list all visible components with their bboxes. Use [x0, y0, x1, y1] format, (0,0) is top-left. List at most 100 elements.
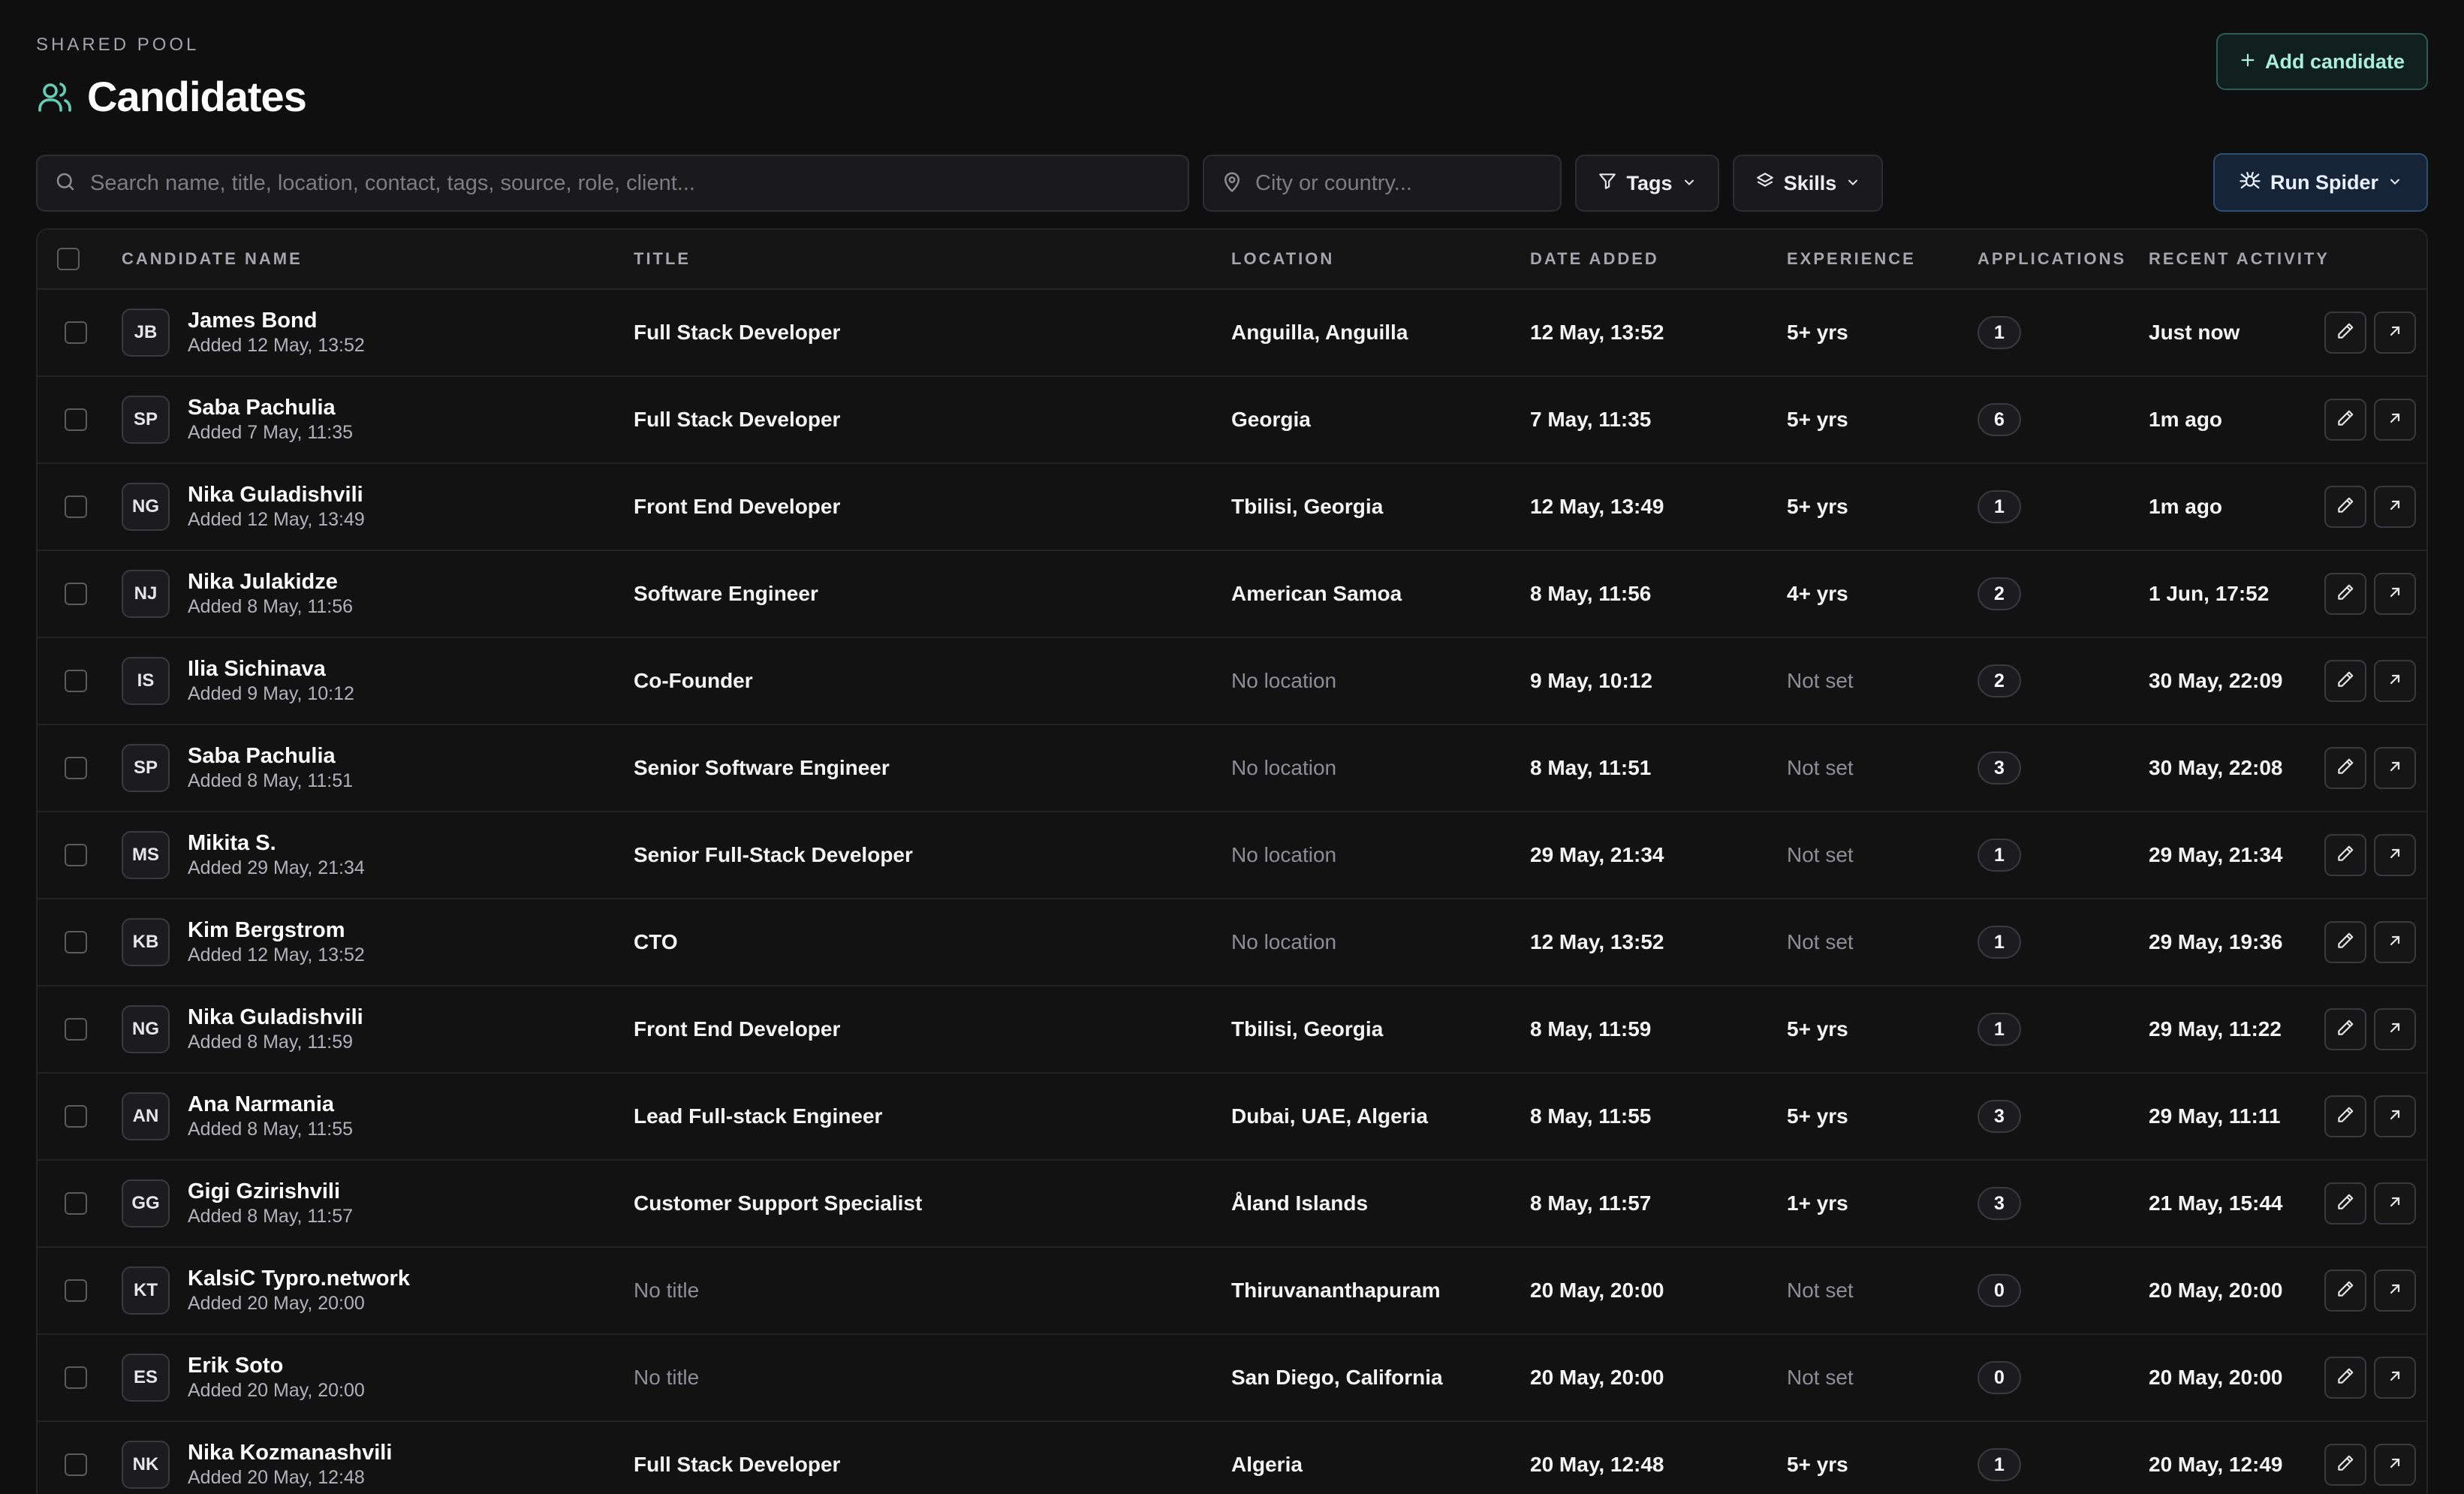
select-all-checkbox[interactable]: [57, 248, 80, 270]
arrow-up-right-icon: [2386, 670, 2404, 692]
pencil-icon: [2336, 583, 2355, 606]
row-checkbox[interactable]: [65, 1192, 87, 1215]
table-row[interactable]: AN Ana Narmania Added 8 May, 11:55 Lead …: [38, 1074, 2426, 1161]
edit-candidate-button[interactable]: [2324, 399, 2366, 441]
open-candidate-button[interactable]: [2374, 1095, 2416, 1137]
search-field[interactable]: [36, 155, 1189, 212]
candidate-name[interactable]: KalsiC Typro.network: [188, 1266, 410, 1291]
row-checkbox[interactable]: [65, 844, 87, 866]
candidate-name-block: Nika Guladishvili Added 8 May, 11:59: [188, 1005, 363, 1054]
candidate-title: CTO: [634, 930, 678, 953]
edit-candidate-button[interactable]: [2324, 486, 2366, 528]
run-spider-button[interactable]: Run Spider: [2213, 153, 2428, 212]
users-icon: [36, 79, 74, 115]
edit-candidate-button[interactable]: [2324, 1270, 2366, 1312]
row-checkbox[interactable]: [65, 1105, 87, 1128]
applications-count-badge: 3: [1978, 1187, 2021, 1220]
edit-candidate-button[interactable]: [2324, 573, 2366, 615]
row-checkbox[interactable]: [65, 408, 87, 431]
row-checkbox[interactable]: [65, 321, 87, 344]
edit-candidate-button[interactable]: [2324, 1008, 2366, 1050]
open-candidate-button[interactable]: [2374, 834, 2416, 876]
column-header-date-added[interactable]: DATE ADDED: [1530, 249, 1659, 269]
table-row[interactable]: NJ Nika Julakidze Added 8 May, 11:56 Sof…: [38, 551, 2426, 638]
table-row[interactable]: GG Gigi Gzirishvili Added 8 May, 11:57 C…: [38, 1161, 2426, 1248]
open-candidate-button[interactable]: [2374, 1270, 2416, 1312]
candidate-name[interactable]: Saba Pachulia: [188, 743, 353, 769]
table-row[interactable]: MS Mikita S. Added 29 May, 21:34 Senior …: [38, 812, 2426, 899]
row-checkbox[interactable]: [65, 495, 87, 518]
candidate-name[interactable]: Nika Guladishvili: [188, 1005, 363, 1030]
edit-candidate-button[interactable]: [2324, 312, 2366, 354]
candidate-name-block: Nika Julakidze Added 8 May, 11:56: [188, 569, 353, 619]
candidate-name[interactable]: Erik Soto: [188, 1353, 365, 1378]
tags-filter-button[interactable]: Tags: [1575, 155, 1719, 212]
column-header-experience[interactable]: EXPERIENCE: [1787, 249, 1916, 269]
edit-candidate-button[interactable]: [2324, 1095, 2366, 1137]
table-row[interactable]: ES Erik Soto Added 20 May, 20:00 No titl…: [38, 1335, 2426, 1422]
table-row[interactable]: NG Nika Guladishvili Added 8 May, 11:59 …: [38, 986, 2426, 1074]
open-candidate-button[interactable]: [2374, 486, 2416, 528]
skills-filter-button[interactable]: Skills: [1733, 155, 1883, 212]
open-candidate-button[interactable]: [2374, 399, 2416, 441]
row-checkbox[interactable]: [65, 1018, 87, 1041]
open-candidate-button[interactable]: [2374, 1008, 2416, 1050]
row-checkbox[interactable]: [65, 757, 87, 779]
open-candidate-button[interactable]: [2374, 660, 2416, 702]
open-candidate-button[interactable]: [2374, 1357, 2416, 1399]
candidate-name[interactable]: Mikita S.: [188, 830, 365, 856]
table-row[interactable]: KT KalsiC Typro.network Added 20 May, 20…: [38, 1248, 2426, 1335]
open-candidate-button[interactable]: [2374, 573, 2416, 615]
section-eyebrow: SHARED POOL: [36, 35, 200, 55]
edit-candidate-button[interactable]: [2324, 921, 2366, 963]
row-checkbox[interactable]: [65, 1366, 87, 1389]
open-candidate-button[interactable]: [2374, 1444, 2416, 1486]
row-checkbox[interactable]: [65, 1453, 87, 1476]
open-candidate-button[interactable]: [2374, 921, 2416, 963]
arrow-up-right-icon: [2386, 1454, 2404, 1476]
row-checkbox[interactable]: [65, 931, 87, 953]
table-row[interactable]: IS Ilia Sichinava Added 9 May, 10:12 Co-…: [38, 638, 2426, 725]
candidate-name[interactable]: Gigi Gzirishvili: [188, 1179, 353, 1204]
search-input[interactable]: [90, 170, 1188, 196]
row-checkbox[interactable]: [65, 670, 87, 692]
candidate-name[interactable]: Saba Pachulia: [188, 395, 353, 420]
edit-candidate-button[interactable]: [2324, 747, 2366, 789]
column-header-location[interactable]: LOCATION: [1231, 249, 1334, 269]
edit-candidate-button[interactable]: [2324, 1444, 2366, 1486]
candidate-name[interactable]: James Bond: [188, 308, 365, 333]
city-field[interactable]: [1203, 155, 1562, 212]
candidate-name-block: Gigi Gzirishvili Added 8 May, 11:57: [188, 1179, 353, 1228]
candidate-date-added: 8 May, 11:56: [1530, 582, 1652, 605]
table-row[interactable]: SP Saba Pachulia Added 8 May, 11:51 Seni…: [38, 725, 2426, 812]
candidate-name[interactable]: Nika Guladishvili: [188, 482, 365, 508]
add-candidate-button[interactable]: Add candidate: [2216, 33, 2428, 90]
candidate-name[interactable]: Ilia Sichinava: [188, 656, 354, 682]
candidate-name[interactable]: Nika Kozmanashvili: [188, 1440, 392, 1465]
pencil-icon: [2336, 495, 2355, 519]
edit-candidate-button[interactable]: [2324, 1357, 2366, 1399]
candidate-name[interactable]: Kim Bergstrom: [188, 917, 365, 943]
candidate-location: Georgia: [1231, 408, 1311, 431]
column-header-title[interactable]: TITLE: [634, 249, 691, 269]
candidate-name[interactable]: Nika Julakidze: [188, 569, 353, 595]
open-candidate-button[interactable]: [2374, 312, 2416, 354]
avatar: AN: [122, 1092, 170, 1140]
column-header-name[interactable]: CANDIDATE NAME: [122, 249, 303, 269]
edit-candidate-button[interactable]: [2324, 660, 2366, 702]
table-row[interactable]: NG Nika Guladishvili Added 12 May, 13:49…: [38, 464, 2426, 551]
table-row[interactable]: JB James Bond Added 12 May, 13:52 Full S…: [38, 290, 2426, 377]
table-row[interactable]: KB Kim Bergstrom Added 12 May, 13:52 CTO…: [38, 899, 2426, 986]
table-row[interactable]: SP Saba Pachulia Added 7 May, 11:35 Full…: [38, 377, 2426, 464]
column-header-recent-activity[interactable]: RECENT ACTIVITY: [2149, 249, 2330, 269]
row-checkbox[interactable]: [65, 583, 87, 605]
open-candidate-button[interactable]: [2374, 747, 2416, 789]
city-input[interactable]: [1255, 170, 1560, 196]
row-checkbox[interactable]: [65, 1279, 87, 1302]
table-row[interactable]: NK Nika Kozmanashvili Added 20 May, 12:4…: [38, 1422, 2426, 1494]
candidate-name[interactable]: Ana Narmania: [188, 1092, 353, 1117]
edit-candidate-button[interactable]: [2324, 1182, 2366, 1224]
open-candidate-button[interactable]: [2374, 1182, 2416, 1224]
column-header-applications[interactable]: APPLICATIONS: [1978, 249, 2126, 269]
edit-candidate-button[interactable]: [2324, 834, 2366, 876]
